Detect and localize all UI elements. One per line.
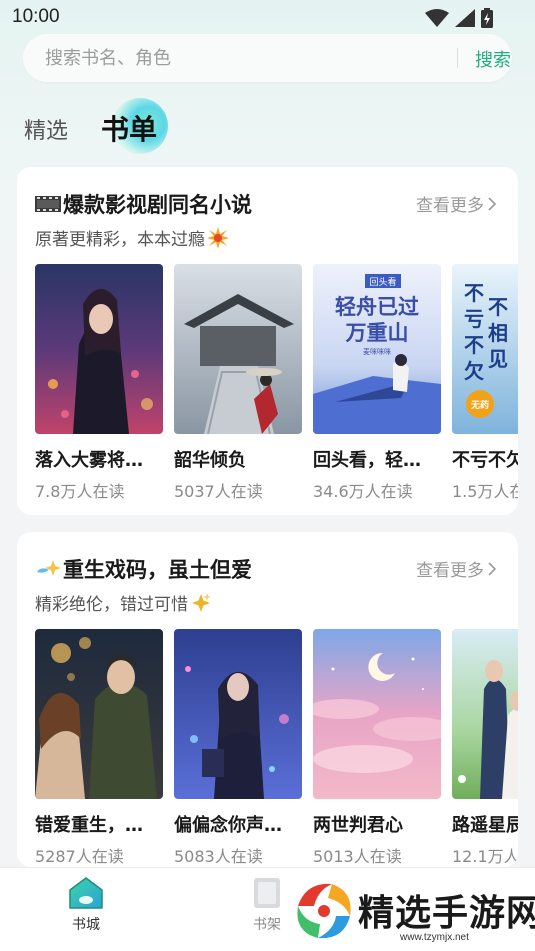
book-readers: 12.1万人在读 bbox=[452, 847, 518, 866]
book-cover bbox=[35, 629, 163, 799]
watermark-url: www.tzymjx.net bbox=[400, 932, 469, 943]
book-readers: 34.6万人在读 bbox=[313, 482, 413, 501]
watermark-text: 精选手游网 bbox=[358, 893, 535, 934]
nav-label: 书架 bbox=[253, 917, 281, 933]
book-title: 韶华倾负 bbox=[174, 450, 246, 471]
book-item[interactable]: 回头看 轻舟已过 万重山 麦咪咪咪 回头看，轻… 34.6万人在读 bbox=[313, 264, 441, 502]
book-title: 错爱重生，… bbox=[35, 815, 143, 836]
nav-label: 书城 bbox=[72, 917, 100, 933]
search-input[interactable] bbox=[45, 34, 425, 82]
see-more-label: 查看更多 bbox=[416, 196, 484, 216]
book-item[interactable]: 错爱重生，… 5287人在读 bbox=[35, 629, 163, 867]
book-title: 落入大雾将… bbox=[35, 450, 143, 471]
book-cover bbox=[35, 264, 163, 434]
book-row: 错爱重生，… 5287人在读 偏偏念你声… 5083人在读 两世判君心 5013… bbox=[35, 629, 518, 867]
signal-icon bbox=[455, 9, 475, 27]
booklist-card: 重生戏码，虽土但爱 查看更多 精彩绝伦，错过可惜 错爱重生，… 5287人在读 … bbox=[17, 532, 518, 867]
card-subtitle-text: 精彩绝伦，错过可惜 bbox=[35, 595, 188, 615]
bookshelf-icon bbox=[254, 878, 280, 908]
see-more-link[interactable]: 查看更多 bbox=[416, 191, 496, 216]
tab-booklist[interactable]: 书单 bbox=[101, 108, 157, 148]
see-more-label: 查看更多 bbox=[416, 561, 484, 581]
explosion-icon bbox=[207, 226, 229, 249]
cover-stamp: 无药 bbox=[470, 399, 489, 411]
book-title: 不亏不欠 bbox=[452, 450, 518, 471]
search-bar: 搜索 bbox=[23, 34, 512, 82]
book-item[interactable]: 韶华倾负 5037人在读 bbox=[174, 264, 302, 502]
svg-text:不: 不 bbox=[488, 295, 508, 319]
book-cover: 不 亏 不 不 相 欠 见 无药 bbox=[452, 264, 518, 434]
book-cover bbox=[313, 629, 441, 799]
see-more-link[interactable]: 查看更多 bbox=[416, 556, 496, 581]
card-title: 爆款影视剧同名小说 bbox=[63, 193, 252, 217]
book-item[interactable]: 偏偏念你声… 5083人在读 bbox=[174, 629, 302, 867]
film-strip-icon bbox=[35, 196, 61, 212]
book-cover bbox=[174, 264, 302, 434]
nav-item-bookshelf[interactable]: 书架 bbox=[250, 876, 284, 934]
book-cover: 回头看 轻舟已过 万重山 麦咪咪咪 bbox=[313, 264, 441, 434]
status-time: 10:00 bbox=[12, 6, 60, 27]
status-bar: 10:00 bbox=[0, 0, 535, 34]
cover-tag: 回头看 bbox=[369, 276, 396, 288]
card-title: 重生戏码，虽土但爱 bbox=[63, 558, 252, 582]
book-readers: 5083人在读 bbox=[174, 847, 263, 866]
book-readers: 5287人在读 bbox=[35, 847, 124, 866]
book-item[interactable]: 不 亏 不 不 相 欠 见 无药 不亏不欠 1.5万人在读 bbox=[452, 264, 518, 502]
status-icons bbox=[425, 8, 493, 28]
book-item[interactable]: 路遥星辰 12.1万人在读 bbox=[452, 629, 518, 867]
book-cover bbox=[452, 629, 518, 799]
search-divider bbox=[457, 48, 458, 68]
book-item[interactable]: 两世判君心 5013人在读 bbox=[313, 629, 441, 867]
book-item[interactable]: 落入大雾将… 7.8万人在读 bbox=[35, 264, 163, 502]
svg-text:相: 相 bbox=[488, 321, 508, 345]
cover-title-line2: 万重山 bbox=[345, 320, 409, 345]
book-title: 回头看，轻… bbox=[313, 450, 421, 471]
home-icon bbox=[69, 877, 103, 909]
book-row: 落入大雾将… 7.8万人在读 韶华倾负 5037人在读 回头看 轻舟已过 万重山… bbox=[35, 264, 518, 504]
cover-author: 麦咪咪咪 bbox=[363, 347, 391, 356]
book-title: 两世判君心 bbox=[313, 815, 403, 836]
card-subtitle: 精彩绝伦，错过可惜 bbox=[35, 590, 212, 615]
svg-text:不: 不 bbox=[464, 333, 484, 357]
card-subtitle: 原著更精彩，本本过瘾 bbox=[35, 225, 229, 250]
svg-text:欠: 欠 bbox=[464, 359, 484, 383]
book-readers: 7.8万人在读 bbox=[35, 482, 125, 501]
wifi-icon bbox=[425, 9, 449, 27]
svg-text:不: 不 bbox=[464, 281, 484, 305]
card-title-row: 爆款影视剧同名小说 bbox=[35, 189, 252, 219]
tab-featured[interactable]: 精选 bbox=[24, 113, 68, 145]
svg-text:见: 见 bbox=[488, 347, 508, 371]
search-button[interactable]: 搜索 bbox=[475, 46, 511, 72]
chevron-right-icon bbox=[488, 561, 496, 576]
watermark: 精选手游网 www.tzymjx.net bbox=[288, 876, 535, 948]
book-readers: 5037人在读 bbox=[174, 482, 263, 501]
book-title: 路遥星辰 bbox=[452, 815, 518, 836]
battery-icon bbox=[481, 8, 493, 28]
booklist-card: 爆款影视剧同名小说 查看更多 原著更精彩，本本过瘾 落入大雾将… 7.8万人在读… bbox=[17, 167, 518, 515]
book-readers: 1.5万人在读 bbox=[452, 482, 518, 501]
book-readers: 5013人在读 bbox=[313, 847, 402, 866]
watermark-logo-icon bbox=[297, 883, 351, 939]
sparkles-icon bbox=[192, 592, 211, 612]
book-cover bbox=[174, 629, 302, 799]
sparkle-icon bbox=[37, 560, 61, 576]
book-title: 偏偏念你声… bbox=[174, 815, 282, 836]
cover-title-line1: 轻舟已过 bbox=[335, 294, 419, 319]
nav-item-bookstore[interactable]: 书城 bbox=[68, 876, 104, 934]
card-subtitle-text: 原著更精彩，本本过瘾 bbox=[35, 230, 205, 250]
chevron-right-icon bbox=[488, 196, 496, 211]
svg-text:亏: 亏 bbox=[464, 307, 484, 331]
card-title-row: 重生戏码，虽土但爱 bbox=[35, 554, 252, 584]
